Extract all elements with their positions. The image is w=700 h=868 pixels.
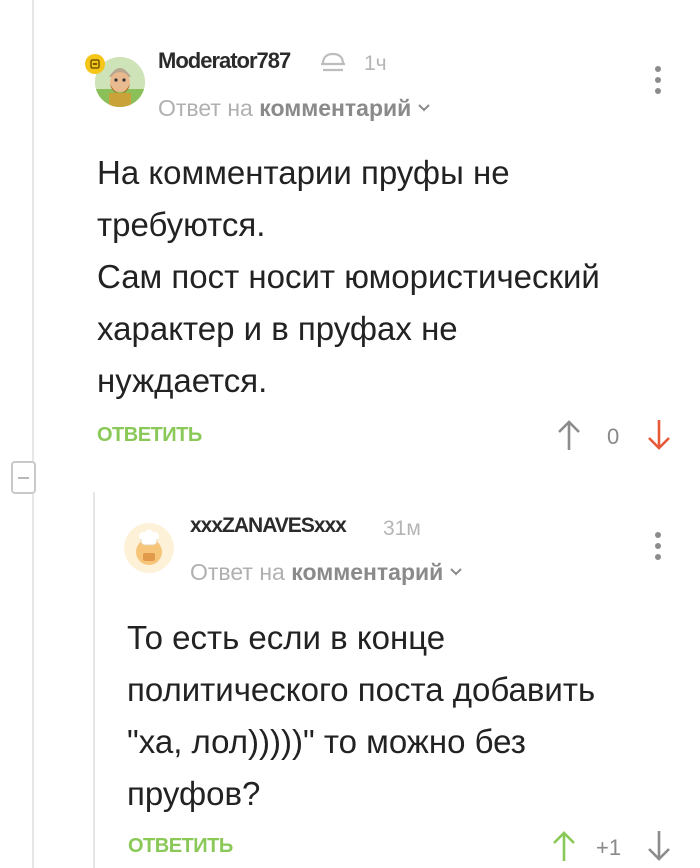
comment-menu-kebab-icon[interactable] xyxy=(648,66,668,99)
arrow-down-icon[interactable] xyxy=(646,418,672,457)
reply-to-prefix: Ответ на xyxy=(190,559,285,585)
rating-count: +1 xyxy=(596,835,622,860)
comment-author[interactable]: Moderator787 xyxy=(158,48,291,74)
comment-time: 31м xyxy=(383,517,421,540)
reply-to-target: комментарий xyxy=(259,95,412,121)
moderator-badge-icon xyxy=(85,54,105,74)
moderator-shield-icon xyxy=(318,50,348,79)
reply-to-prefix: Ответ на xyxy=(158,95,253,121)
arrow-up-icon[interactable] xyxy=(551,829,577,868)
arrow-up-icon[interactable] xyxy=(556,418,582,457)
avatar-chef-image xyxy=(124,523,174,573)
comment-author[interactable]: xxxZANAVESxxx xyxy=(190,514,347,538)
arrow-down-icon[interactable] xyxy=(646,829,672,868)
comment-menu-kebab-icon[interactable] xyxy=(648,532,668,565)
thread-line-outer-lower xyxy=(32,494,34,868)
thread-line-outer xyxy=(32,0,34,461)
comment-text: То есть если в конце политического поста… xyxy=(127,619,596,812)
collapse-minus-icon xyxy=(18,477,29,479)
chevron-down-icon xyxy=(449,556,463,583)
reply-to-target: комментарий xyxy=(291,559,444,585)
reply-to-link[interactable]: Ответ на комментарий xyxy=(190,556,463,586)
reply-to-link[interactable]: Ответ на комментарий xyxy=(158,92,431,122)
avatar[interactable] xyxy=(124,523,174,573)
reply-button[interactable]: ОТВЕТИТЬ xyxy=(128,835,233,858)
rating-count: 0 xyxy=(607,424,620,449)
comment-time: 1ч xyxy=(364,52,387,75)
reply-button[interactable]: ОТВЕТИТЬ xyxy=(97,424,202,447)
comment-text: На комментарии пруфы не требуются. Сам п… xyxy=(97,154,600,399)
collapse-thread-button[interactable] xyxy=(11,461,36,494)
chevron-down-icon xyxy=(417,92,431,119)
thread-line-reply xyxy=(93,492,95,868)
